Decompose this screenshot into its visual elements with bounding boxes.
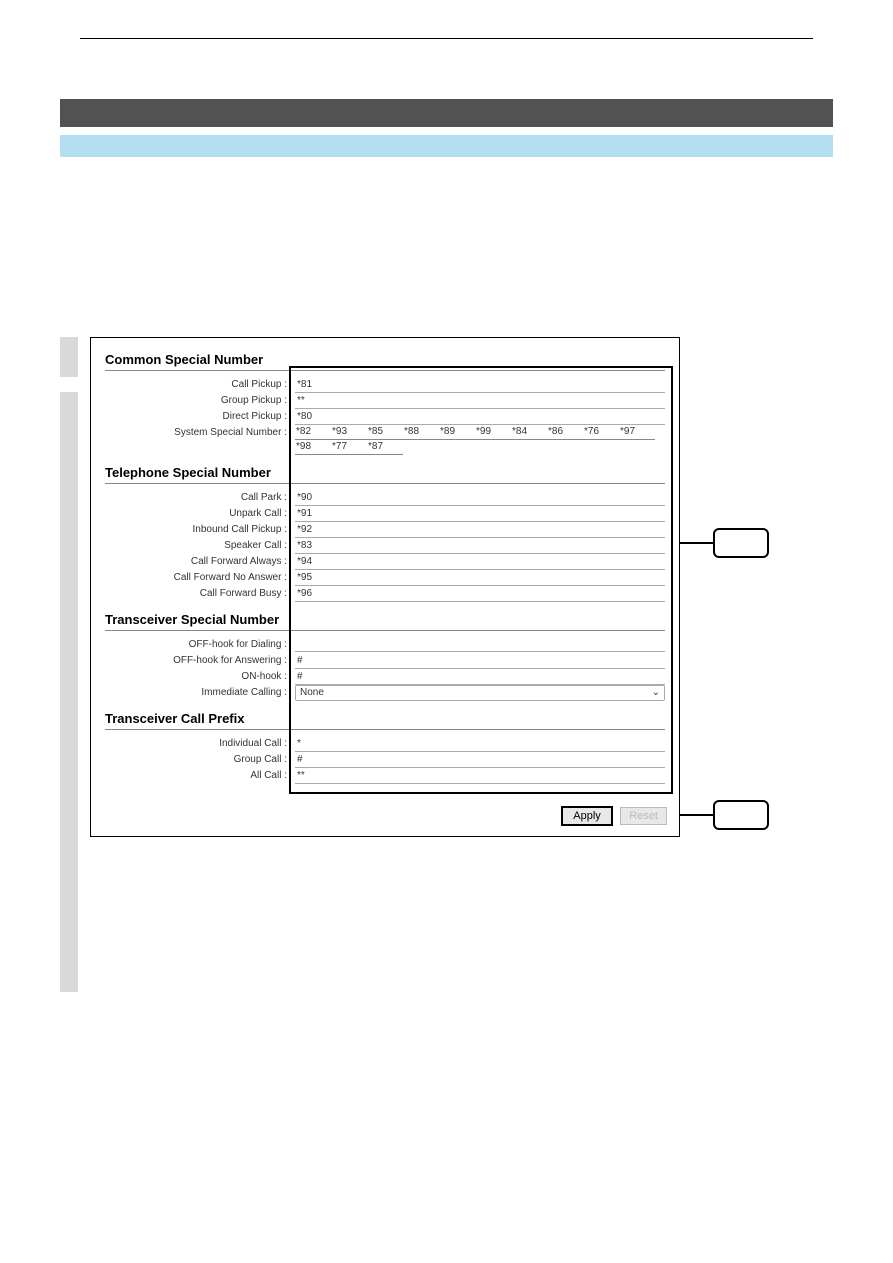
header-bar-dark — [60, 99, 833, 127]
input-call-park[interactable]: *90 — [295, 491, 665, 506]
input-cf-busy[interactable]: *96 — [295, 587, 665, 602]
label-all-call: All Call : — [105, 769, 295, 783]
input-cf-always[interactable]: *94 — [295, 555, 665, 570]
label-cf-busy: Call Forward Busy : — [105, 587, 295, 601]
input-direct-pickup[interactable]: *80 — [295, 410, 665, 425]
input-speaker-call[interactable]: *83 — [295, 539, 665, 554]
callout-box-2 — [713, 800, 769, 830]
chevron-down-icon: ⌄ — [652, 686, 660, 700]
ssn-input[interactable]: *87 — [367, 440, 403, 455]
system-special-grid: *82 *93 *85 *88 *89 *99 *84 *86 *76 *97 … — [295, 425, 655, 455]
ssn-input[interactable]: *89 — [439, 425, 475, 440]
ssn-input[interactable]: *88 — [403, 425, 439, 440]
label-speaker-call: Speaker Call : — [105, 539, 295, 553]
input-individual-call[interactable]: * — [295, 737, 665, 752]
reset-button[interactable]: Reset — [620, 807, 667, 825]
input-onhook[interactable]: # — [295, 670, 665, 685]
ssn-input[interactable]: *93 — [331, 425, 367, 440]
side-tab-lower — [60, 392, 78, 992]
label-group-call: Group Call : — [105, 753, 295, 767]
label-cf-no-answer: Call Forward No Answer : — [105, 571, 295, 585]
label-call-park: Call Park : — [105, 491, 295, 505]
ssn-input[interactable]: *98 — [295, 440, 331, 455]
input-offhook-ans[interactable]: # — [295, 654, 665, 669]
ssn-input[interactable]: *99 — [475, 425, 511, 440]
input-group-pickup[interactable]: ** — [295, 394, 665, 409]
select-value: None — [300, 686, 324, 700]
ssn-input[interactable]: *77 — [331, 440, 367, 455]
label-system-special: System Special Number : — [105, 425, 295, 440]
header-bar-light — [60, 135, 833, 157]
input-group-call[interactable]: # — [295, 753, 665, 768]
label-onhook: ON-hook : — [105, 670, 295, 684]
settings-panel: Common Special Number Call Pickup : *81 … — [90, 337, 680, 837]
label-call-pickup: Call Pickup : — [105, 378, 295, 392]
callout-line-1 — [679, 542, 715, 544]
input-cf-no-answer[interactable]: *95 — [295, 571, 665, 586]
label-offhook-dial: OFF-hook for Dialing : — [105, 638, 295, 652]
section-title-telephone: Telephone Special Number — [105, 461, 665, 484]
label-individual-call: Individual Call : — [105, 737, 295, 751]
section-title-common: Common Special Number — [105, 348, 665, 371]
ssn-input[interactable]: *76 — [583, 425, 619, 440]
label-offhook-ans: OFF-hook for Answering : — [105, 654, 295, 668]
ssn-input[interactable]: *97 — [619, 425, 655, 440]
section-title-transceiver: Transceiver Special Number — [105, 608, 665, 631]
page-top-rule — [80, 38, 813, 39]
ssn-input[interactable]: *84 — [511, 425, 547, 440]
label-direct-pickup: Direct Pickup : — [105, 410, 295, 424]
input-all-call[interactable]: ** — [295, 769, 665, 784]
callout-box-1 — [713, 528, 769, 558]
input-unpark-call[interactable]: *91 — [295, 507, 665, 522]
label-inbound-pickup: Inbound Call Pickup : — [105, 523, 295, 537]
input-inbound-pickup[interactable]: *92 — [295, 523, 665, 538]
apply-button[interactable]: Apply — [561, 806, 613, 826]
label-immediate-calling: Immediate Calling : — [105, 686, 295, 700]
select-immediate-calling[interactable]: None ⌄ — [295, 685, 665, 701]
side-tab-upper — [60, 337, 78, 377]
ssn-input[interactable]: *82 — [295, 425, 331, 440]
label-cf-always: Call Forward Always : — [105, 555, 295, 569]
label-group-pickup: Group Pickup : — [105, 394, 295, 408]
ssn-input[interactable]: *85 — [367, 425, 403, 440]
section-title-prefix: Transceiver Call Prefix — [105, 707, 665, 730]
label-unpark-call: Unpark Call : — [105, 507, 295, 521]
callout-line-2 — [679, 814, 715, 816]
input-call-pickup[interactable]: *81 — [295, 378, 665, 393]
input-offhook-dial[interactable] — [295, 638, 665, 652]
ssn-input[interactable]: *86 — [547, 425, 583, 440]
